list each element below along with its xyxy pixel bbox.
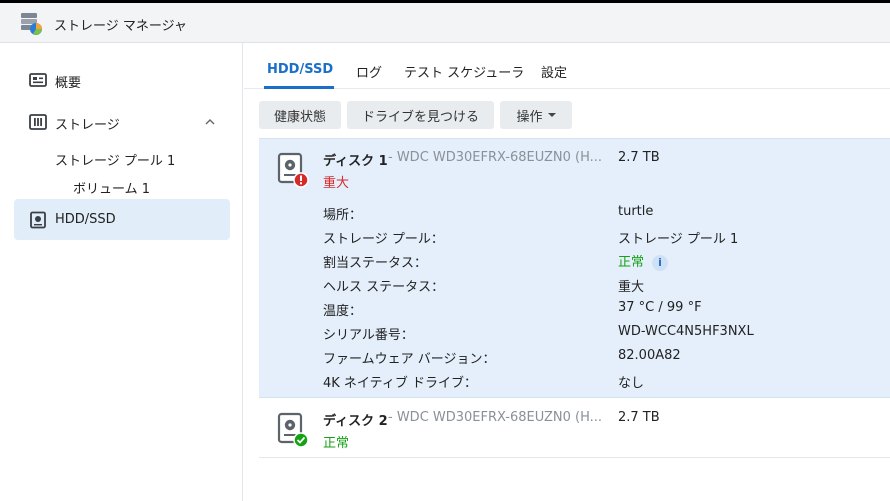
disk-status: 重大 [323, 176, 350, 191]
detail-value-allocation-status: 正常 i [618, 251, 669, 271]
detail-value-health-status: 重大 [618, 280, 645, 295]
detail-label-serial: シリアル番号： [323, 328, 414, 343]
disk-row[interactable]: ディスク 2 - WDC WD30EFRX-68EUZN0 (H... 2.7 … [259, 399, 890, 458]
disk-model: - WDC WD30EFRX-68EUZN0 (H... [388, 410, 603, 425]
detail-value-location: turtle [618, 204, 654, 219]
sidebar-item-label: ストレージ プール 1 [55, 154, 176, 169]
tab-test-scheduler[interactable]: テスト スケジューラ [404, 62, 524, 81]
caret-down-icon [547, 113, 556, 117]
tab-settings[interactable]: 設定 [541, 62, 567, 81]
disk-row-expanded[interactable]: ディスク 1 - WDC WD30EFRX-68EUZN0 (H... 2.7 … [259, 138, 890, 398]
disk-model: - WDC WD30EFRX-68EUZN0 (H... [388, 150, 603, 165]
locate-drive-button-label: ドライブを見つける [361, 109, 479, 125]
health-button[interactable]: 健康状態 [259, 101, 341, 129]
disk-name: ディスク 1 [323, 154, 388, 169]
allocation-status-text: 正常 [618, 255, 645, 270]
main-panel: HDD/SSD ログ テスト スケジューラ 設定 健康状態 ドライブを見つける … [244, 43, 890, 501]
tab-log[interactable]: ログ [356, 62, 382, 81]
disk-critical-icon [277, 152, 309, 188]
detail-label-temperature: 温度： [323, 304, 363, 319]
sidebar-item-label: ボリューム 1 [73, 182, 151, 197]
detail-label-firmware: ファームウェア バージョン： [323, 352, 496, 367]
hdd-icon [30, 211, 46, 229]
title-bar: ストレージ マネージャ [0, 3, 890, 43]
disk-size: 2.7 TB [618, 150, 660, 165]
sidebar-item-label: HDD/SSD [55, 212, 116, 227]
overview-icon [29, 73, 47, 87]
disk-size: 2.7 TB [618, 410, 660, 425]
disk-ok-icon [277, 412, 309, 448]
actions-dropdown-button[interactable]: 操作 [500, 101, 572, 129]
detail-label-storage-pool: ストレージ プール： [323, 232, 444, 247]
detail-label-allocation-status: 割当ステータス： [323, 256, 428, 271]
disk-name: ディスク 2 [323, 414, 388, 429]
storage-icon [29, 114, 47, 130]
info-icon[interactable]: i [652, 254, 669, 271]
storage-manager-app-icon [21, 13, 42, 35]
detail-value-firmware: 82.00A82 [618, 348, 681, 363]
detail-value-temperature: 37 °C / 99 °F [618, 300, 702, 315]
chevron-up-icon[interactable] [203, 115, 217, 129]
actions-button-label: 操作 [516, 109, 543, 125]
tab-bar: HDD/SSD ログ テスト スケジューラ 設定 [244, 43, 890, 89]
detail-label-4k-native: 4K ネイティブ ドライブ： [323, 376, 478, 391]
sidebar-item-label: ストレージ [55, 118, 120, 133]
detail-value-4k-native: なし [618, 376, 645, 391]
locate-drive-button[interactable]: ドライブを見つける [347, 101, 494, 129]
detail-value-storage-pool: ストレージ プール 1 [618, 232, 739, 247]
detail-label-health-status: ヘルス ステータス： [323, 280, 445, 295]
health-button-label: 健康状態 [273, 109, 326, 125]
detail-value-serial: WD-WCC4N5HF3NXL [618, 324, 754, 339]
tab-hdd-ssd[interactable]: HDD/SSD [267, 62, 333, 77]
active-tab-indicator [264, 86, 334, 89]
window-title: ストレージ マネージャ [54, 19, 187, 34]
sidebar: 概要 ストレージ ストレージ プール 1 ボリューム 1 HDD/SSD [0, 43, 243, 501]
detail-label-location: 場所： [323, 208, 363, 223]
disk-status: 正常 [323, 436, 350, 451]
sidebar-item-label: 概要 [55, 76, 82, 91]
